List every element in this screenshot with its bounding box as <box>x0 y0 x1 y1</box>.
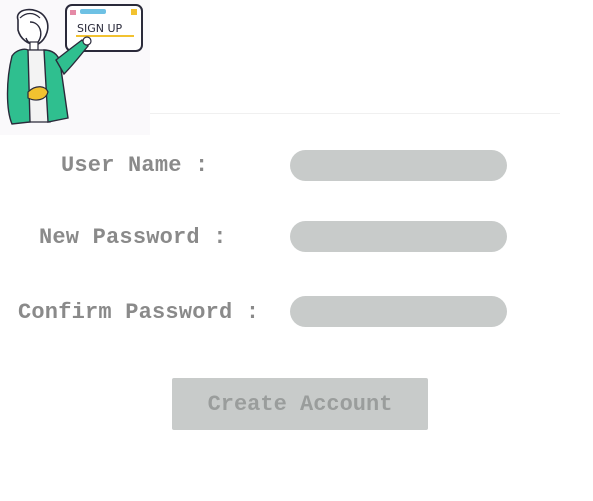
signup-illustration: SIGN UP <box>0 0 150 135</box>
header-divider <box>150 113 560 114</box>
username-label: User Name : <box>61 153 209 178</box>
confirm-password-input[interactable] <box>290 296 507 327</box>
new-password-label: New Password : <box>39 225 227 250</box>
confirm-password-label: Confirm Password : <box>18 300 260 325</box>
woman-holding-sign-icon: SIGN UP <box>0 0 150 135</box>
username-input[interactable] <box>290 150 507 181</box>
sign-up-text: SIGN UP <box>77 22 123 35</box>
new-password-input[interactable] <box>290 221 507 252</box>
create-account-button[interactable]: Create Account <box>172 378 428 430</box>
